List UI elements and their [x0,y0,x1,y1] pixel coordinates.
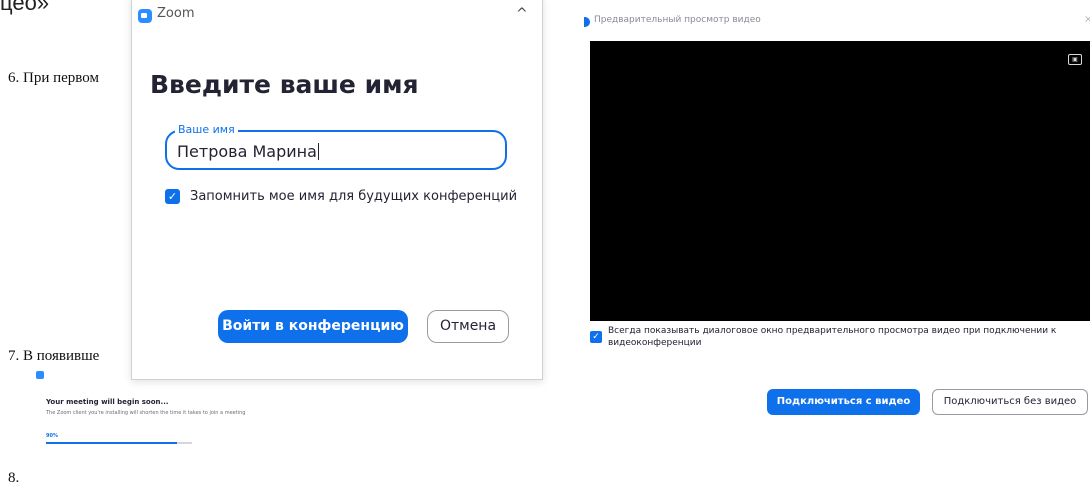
video-preview-title: Предварительный просмотр видео [594,15,761,25]
progress-percent: 90% [46,433,58,439]
join-with-video-button[interactable]: Подключиться с видео [767,389,920,415]
join-meeting-button[interactable]: Войти в конференцию [218,310,408,343]
doc-heading-fragment: цео» [0,0,50,15]
close-icon[interactable]: × [1084,14,1090,25]
meeting-begin-dialog: Your meeting will begin soon... The Zoom… [33,371,278,456]
zoom-logo-icon [36,371,44,379]
doc-list-item-8: 8. [8,470,20,486]
begin-title: Your meeting will begin soon... [46,398,169,406]
image-icon[interactable]: ▣ [1068,54,1082,65]
name-value-text: Петрова Марина [177,142,317,161]
progress-bar [46,442,192,444]
video-preview-titlebar: Предварительный просмотр видео × [582,14,1090,30]
video-preview-area: ▣ [590,41,1090,321]
doc-list-item-6: 6. При первом [8,70,99,86]
join-without-video-button[interactable]: Подключиться без видео [932,389,1088,415]
zoom-logo-icon [584,17,590,27]
zoom-name-dialog: Zoom ^ Введите ваше имя Ваше имя Петрова… [131,0,543,380]
name-input[interactable]: Ваше имя Петрова Марина [165,123,507,170]
begin-description: The Zoom client you're installing will s… [46,410,246,416]
always-show-preview-label[interactable]: Всегда показывать диалоговое окно предва… [608,325,1078,349]
text-caret [317,143,319,160]
doc-list-item-7: 7. В появивше [8,348,100,364]
name-input-value[interactable]: Петрова Марина [177,142,319,161]
dialog-heading: Введите ваше имя [150,70,419,99]
window-title: Zoom [157,6,195,21]
cancel-button[interactable]: Отмена [427,310,509,343]
chevron-up-icon[interactable]: ^ [516,6,528,22]
zoom-logo-icon [138,9,152,23]
remember-name-checkbox[interactable]: ✓ [165,189,180,204]
dialog-titlebar: Zoom ^ [132,0,542,27]
always-show-preview-checkbox[interactable]: ✓ [590,331,602,343]
remember-name-label[interactable]: Запомнить мое имя для будущих конференци… [190,189,517,204]
progress-bar-fill [46,442,178,444]
name-input-label: Ваше имя [175,123,238,136]
